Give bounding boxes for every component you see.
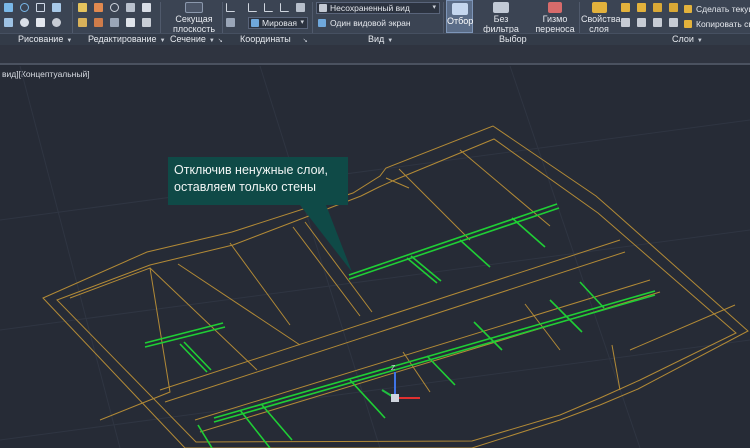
selection-button-label: Отбор [447, 16, 474, 26]
filter-icon [493, 2, 509, 13]
no-filter-label: Без фильтра [483, 14, 519, 34]
layer-match-icon[interactable] [653, 18, 662, 27]
rotate-icon[interactable] [110, 3, 119, 12]
layer-freeze-icon[interactable] [653, 3, 662, 12]
stretch-icon[interactable] [78, 18, 87, 27]
layer-lock-icon[interactable] [669, 3, 678, 12]
dialog-launcher-icon[interactable]: ↘ [303, 38, 308, 44]
ucs-object-icon[interactable] [296, 3, 305, 12]
section-plane-label-1: Секущая [175, 14, 213, 24]
ellipse-icon[interactable] [20, 18, 29, 27]
trim-icon[interactable] [94, 3, 103, 12]
drawing-scene: Z [0, 66, 750, 448]
selection-cursor-icon [451, 3, 468, 15]
world-icon [251, 19, 259, 27]
ucs-combo[interactable]: Мировая ▾ [248, 17, 308, 29]
section-plane-button[interactable]: Секущая плоскость [168, 2, 220, 34]
ucs-named-icon[interactable] [226, 18, 235, 27]
fillet-icon[interactable] [110, 18, 119, 27]
hatch-icon[interactable] [36, 18, 45, 27]
viewport-config-label: Один видовой экран [330, 18, 411, 28]
gizmo-label-1: Гизмо [542, 14, 568, 24]
selection-button[interactable]: Отбор [446, 0, 473, 33]
explode-icon[interactable] [142, 18, 151, 27]
named-view-value: Несохраненный вид [330, 3, 410, 13]
move-icon[interactable] [78, 3, 87, 12]
layer-walk-icon[interactable] [621, 18, 630, 27]
gizmo-button[interactable]: Гизмо переноса [534, 2, 576, 34]
layer-off-icon[interactable] [621, 3, 630, 12]
ucs-combo-value: Мировая [262, 18, 298, 28]
copy-properties-label: Копировать сво [696, 19, 750, 29]
named-view-combo[interactable]: Несохраненный вид ▾ [316, 2, 440, 14]
copy-properties-icon [684, 20, 692, 28]
ribbon-group-labels: Рисование ▼ Редактирование ▼ Сечение ▼ ↘ Коо… [0, 33, 750, 45]
chevron-down-icon: ▼ [66, 38, 73, 44]
layer-properties-button[interactable]: Свойства слоя [581, 2, 621, 34]
layer-properties-label-1: Свойства [581, 14, 621, 24]
dialog-launcher-icon[interactable]: ↘ [218, 38, 223, 44]
point-icon[interactable] [52, 18, 61, 27]
chevron-down-icon: ▼ [208, 38, 215, 44]
polygon-icon[interactable] [4, 18, 13, 27]
viewport-config-button[interactable]: Один видовой экран [318, 18, 411, 28]
ucs-view-icon[interactable] [264, 3, 273, 12]
make-current-button[interactable]: Сделать текущим [684, 4, 750, 14]
move-gizmo-icon [548, 2, 562, 13]
layer-previous-icon[interactable] [669, 18, 678, 27]
circle-icon[interactable] [20, 3, 29, 12]
section-plane-icon [185, 2, 203, 13]
layer-merge-icon[interactable] [637, 18, 646, 27]
layer-isolate-icon[interactable] [637, 3, 646, 12]
chevron-down-icon: ▼ [696, 38, 703, 44]
named-view-icon [319, 4, 327, 12]
chevron-down-icon: ▼ [387, 38, 394, 44]
scale-icon[interactable] [94, 18, 103, 27]
ucs-origin-icon[interactable] [248, 3, 257, 12]
svg-text:Z: Z [391, 365, 396, 372]
array-icon[interactable] [126, 18, 135, 27]
mirror-icon[interactable] [142, 3, 151, 12]
make-current-label: Сделать текущим [696, 4, 750, 14]
chevron-down-icon: ▾ [300, 19, 304, 26]
layer-properties-icon [591, 2, 607, 13]
polyline-icon[interactable] [4, 3, 13, 12]
copy-icon[interactable] [126, 3, 135, 12]
copy-properties-button[interactable]: Копировать сво [684, 19, 750, 29]
viewport-config-icon [318, 19, 326, 27]
toolbar-gap [0, 45, 750, 65]
ribbon: Секущая плоскость Мировая ▾ Несохраненны… [0, 0, 750, 45]
ucs-icon[interactable] [226, 3, 235, 12]
chevron-down-icon: ▾ [432, 4, 436, 11]
callout-line-1: Отключив ненужные слои, [174, 163, 328, 177]
grid [0, 66, 750, 448]
ucs-3point-icon[interactable] [280, 3, 289, 12]
annotation-callout: Отключив ненужные слои, оставляем только… [168, 157, 348, 205]
arc-icon[interactable] [52, 3, 61, 12]
drawing-viewport[interactable]: вид][Концептуальный] Z Отключив ненужные… [0, 66, 750, 448]
callout-line-2: оставляем только стены [174, 180, 316, 194]
make-current-icon [684, 5, 692, 13]
callout-pointer [300, 205, 352, 272]
rectangle-icon[interactable] [36, 3, 45, 12]
chevron-down-icon: ▼ [159, 38, 166, 44]
